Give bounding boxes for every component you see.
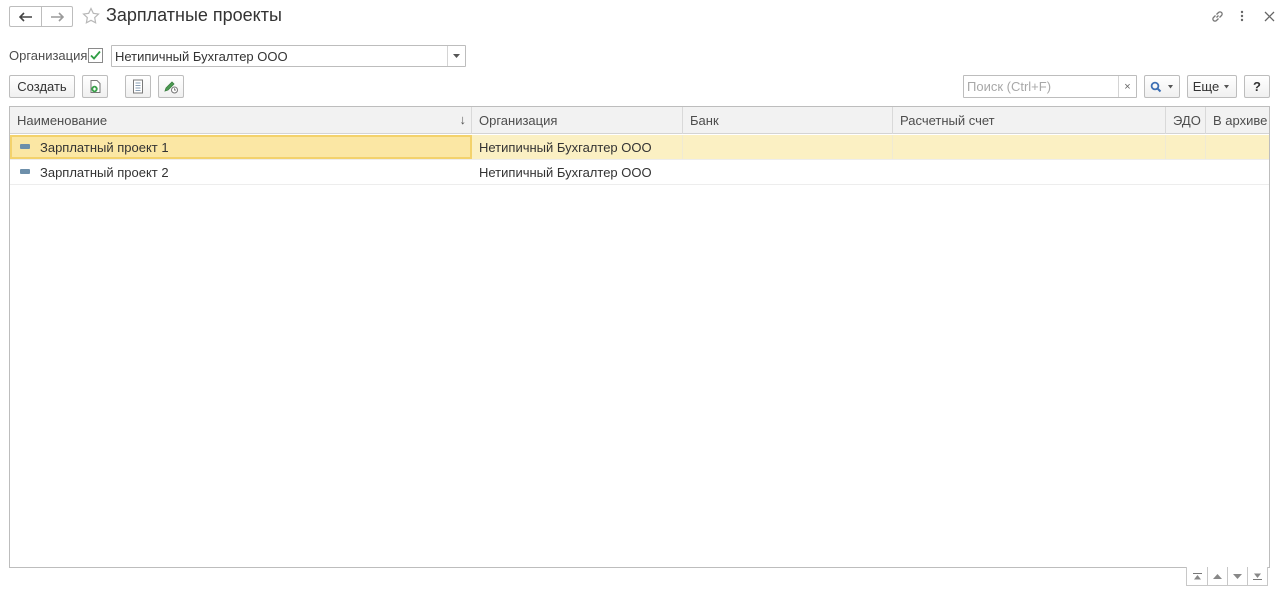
arrow-left-icon (18, 11, 32, 22)
cell-name[interactable]: Зарплатный проект 2 (10, 160, 472, 184)
cell-organization[interactable]: Нетипичный Бухгалтер ООО (472, 160, 683, 184)
create-button[interactable]: Создать (9, 75, 75, 98)
down-icon (1233, 573, 1242, 579)
projects-table: Наименование ↓ Организация Банк Расчетны… (9, 106, 1270, 568)
column-header-bank[interactable]: Банк (683, 107, 893, 134)
forward-button[interactable] (41, 7, 72, 26)
last-page-button[interactable] (1247, 567, 1267, 585)
edit-button[interactable] (158, 75, 184, 98)
back-button[interactable] (10, 7, 41, 26)
close-button[interactable] (1261, 8, 1277, 24)
caret-down-icon (453, 54, 460, 58)
organization-label: Организация: (9, 48, 92, 63)
cell-name[interactable]: Зарплатный проект 1 (10, 135, 472, 159)
cell-bank[interactable] (683, 160, 893, 184)
table-pager (1186, 567, 1268, 586)
search-options-button[interactable] (1144, 75, 1180, 98)
arrow-right-icon (51, 11, 64, 22)
first-icon (1192, 572, 1202, 579)
sort-down-icon: ↓ (459, 112, 467, 127)
cell-edo[interactable] (1166, 135, 1206, 159)
organization-value: Нетипичный Бухгалтер ООО (115, 49, 288, 64)
caret-down-icon (1167, 84, 1173, 88)
copy-document-icon (90, 80, 101, 93)
column-header-account[interactable]: Расчетный счет (893, 107, 1166, 134)
cell-archived[interactable] (1206, 160, 1269, 184)
star-icon[interactable] (82, 7, 100, 25)
column-header-organization[interactable]: Организация (472, 107, 683, 134)
link-icon (1211, 10, 1223, 22)
caret-down-icon (1224, 84, 1230, 88)
help-button[interactable]: ? (1244, 75, 1270, 98)
list-button[interactable] (125, 75, 151, 98)
cell-organization[interactable]: Нетипичный Бухгалтер ООО (472, 135, 683, 159)
copy-button[interactable] (82, 75, 108, 98)
close-icon (1264, 11, 1274, 21)
table-header: Наименование ↓ Организация Банк Расчетны… (10, 107, 1269, 134)
column-header-name[interactable]: Наименование ↓ (10, 107, 472, 134)
organization-checkbox[interactable] (88, 48, 103, 63)
cell-account[interactable] (893, 160, 1166, 184)
cell-bank[interactable] (683, 135, 893, 159)
catalog-item-icon (20, 169, 30, 174)
next-page-button[interactable] (1227, 567, 1247, 585)
more-button[interactable] (1234, 8, 1250, 24)
nav-group (9, 6, 73, 27)
table-row[interactable]: Зарплатный проект 2 Нетипичный Бухгалтер… (10, 160, 1269, 185)
cell-archived[interactable] (1206, 135, 1269, 159)
more-icon (1240, 10, 1244, 22)
more-actions-label: Еще (1192, 79, 1220, 94)
cell-edo[interactable] (1166, 160, 1206, 184)
pencil-icon (164, 81, 178, 94)
page-title: Зарплатные проекты (106, 5, 282, 25)
cell-account[interactable] (893, 135, 1166, 159)
table-row[interactable]: Зарплатный проект 1 Нетипичный Бухгалтер… (10, 135, 1269, 160)
list-document-icon (133, 79, 143, 94)
search-box: × (963, 75, 1137, 98)
previous-page-button[interactable] (1207, 567, 1227, 585)
link-button[interactable] (1209, 8, 1225, 24)
organization-field[interactable]: Нетипичный Бухгалтер ООО (111, 45, 466, 67)
more-actions-button[interactable]: Еще (1187, 75, 1237, 98)
search-input[interactable] (964, 76, 1119, 97)
column-header-edo[interactable]: ЭДО (1166, 107, 1206, 134)
title-bar: Зарплатные проекты (0, 0, 1280, 34)
organization-dropdown-button[interactable] (447, 46, 465, 66)
up-icon (1213, 573, 1222, 579)
last-icon (1253, 573, 1262, 580)
column-header-archived[interactable]: В архиве (1206, 107, 1269, 134)
search-clear-button[interactable]: × (1118, 76, 1136, 97)
first-page-button[interactable] (1187, 567, 1207, 585)
search-icon (1150, 81, 1161, 92)
catalog-item-icon (20, 144, 30, 149)
check-icon (90, 50, 101, 60)
organization-filter: Организация: Нетипичный Бухгалтер ООО (9, 45, 469, 67)
